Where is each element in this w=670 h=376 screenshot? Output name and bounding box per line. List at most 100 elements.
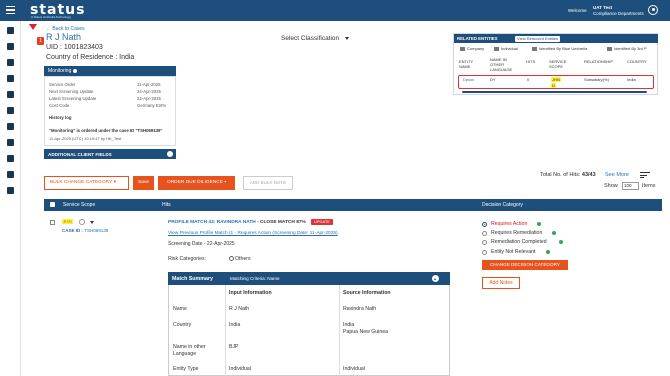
row-checkbox[interactable]: [50, 220, 55, 225]
case-uid: UID : 1001823403: [46, 44, 103, 51]
row-label: Name in other: [173, 344, 206, 350]
header-service-scope: Service Scope: [63, 202, 96, 208]
radio-entity-not-relevant[interactable]: [482, 250, 487, 255]
header-decision-category: Decision Category: [482, 202, 523, 208]
user-avatar-icon[interactable]: [648, 5, 658, 15]
cart-icon: ▪: [224, 180, 227, 185]
show-label: Show: [604, 183, 618, 189]
col-relationship: RELATIONSHIP: [584, 59, 614, 64]
source-value: Ravindra Nath: [343, 306, 377, 312]
legend-blue-umbrella: Identified By Blue Umbrella: [532, 46, 587, 51]
category-icon: [229, 256, 234, 262]
col-other-language: NAME IN OTHER LANGUAGE: [490, 57, 513, 72]
users-icon[interactable]: [7, 155, 14, 162]
pointer-icon[interactable]: [7, 187, 14, 194]
next-screening-value: 24-Apr-2025: [137, 89, 161, 94]
notification-badge[interactable]: 1: [37, 37, 44, 45]
input-value: Individual: [229, 366, 251, 372]
row-label: Language: [173, 351, 197, 357]
user-department: Compliance Departments: [593, 11, 644, 16]
chevron-down-icon[interactable]: [167, 151, 173, 157]
individual-icon: [494, 46, 499, 51]
add-bulk-note-button[interactable]: ADD BULK NOTE: [243, 176, 293, 190]
classification-dropdown[interactable]: Select Classification: [281, 35, 350, 42]
source-value: Individual: [343, 366, 365, 372]
radio-remediation-completed[interactable]: [482, 240, 487, 245]
filter-icon[interactable]: [29, 24, 37, 30]
documents-icon[interactable]: [7, 91, 14, 98]
latest-screening-value: 22-Apr-2025: [137, 96, 161, 101]
col-hits: HITS: [526, 59, 536, 64]
radio-requires-remediation[interactable]: [482, 231, 487, 236]
source-value: India: [343, 322, 355, 328]
match-summary-title: Match Summary: [172, 275, 213, 282]
entity-relationship: Subsidiary(%): [584, 77, 609, 82]
order-due-diligence-button[interactable]: ORDER DUE DILIGENCE ▪: [158, 176, 235, 190]
monitoring-icon[interactable]: [7, 59, 14, 66]
horizontal-scrollbar[interactable]: [462, 91, 647, 93]
entity-name[interactable]: Dyson: [463, 77, 474, 82]
umbrella-icon: [532, 46, 537, 51]
entity-hits: 0: [527, 77, 530, 82]
history-meta: 11-Apr-2025 (UTC) 10:19:47 by HK_Test: [49, 136, 122, 141]
change-decision-category-button[interactable]: CHANGE DECISION CATEGORY: [482, 260, 568, 270]
country-of-residence: Country of Residence : India: [46, 54, 135, 61]
reports-icon[interactable]: [7, 107, 14, 114]
input-value: India: [229, 322, 241, 328]
status-icon: [79, 219, 85, 225]
menu-icon[interactable]: [6, 6, 15, 15]
label-requires-action: Requires Action: [491, 221, 528, 227]
see-more-link[interactable]: See More: [605, 172, 629, 178]
status-dot-icon: [552, 231, 556, 235]
chevron-down-icon[interactable]: [90, 221, 94, 224]
input-value: BJP: [229, 344, 239, 350]
risk-categories-label: Risk Categories:: [168, 256, 207, 262]
settings-icon[interactable]: [7, 139, 14, 146]
service-scope-tag: JHN: [62, 219, 73, 224]
label-requires-remediation: Requires Remediation: [491, 230, 543, 236]
label-entity-not-relevant: Entity Not Relevant: [491, 249, 536, 255]
add-notes-button[interactable]: Add Notes: [482, 277, 520, 289]
entity-other-name: DY: [490, 77, 496, 82]
next-screening-label: Next Screening Update: [49, 89, 94, 94]
legend-company: Company: [460, 46, 484, 51]
screening-date: Screening Date - 22-Apr-2025: [168, 241, 235, 247]
case-id: CASE ID : TSH069139: [62, 228, 109, 233]
sort-icon[interactable]: [640, 172, 650, 178]
column-divider: [225, 285, 226, 376]
header-hits: Hits: [162, 202, 171, 208]
match-summary-header: Match Summary Matching Criteria: Name: [168, 272, 450, 285]
match-summary-table: Input Information Source Information Nam…: [168, 285, 450, 376]
status-dot-icon: [559, 240, 563, 244]
collapse-icon[interactable]: [432, 275, 439, 282]
cost-code-label: Cost Code: [49, 103, 70, 108]
edit-icon[interactable]: [7, 75, 14, 82]
legend-individual: Individual: [494, 46, 518, 51]
profile-match-link[interactable]: PROFILE MATCH 43: RAVINDRA NATH - CLOSE …: [168, 220, 306, 225]
view-removed-entities-button[interactable]: View Removed Entities: [515, 35, 561, 42]
col-service-scope: SERVICE SCOPE: [549, 59, 567, 69]
list-icon[interactable]: [7, 171, 14, 178]
radio-requires-action[interactable]: [482, 222, 487, 227]
analytics-icon[interactable]: [7, 123, 14, 130]
column-divider: [339, 285, 340, 376]
save-button[interactable]: Save: [133, 176, 154, 190]
label-remediation-completed: Remediation Completed: [491, 239, 547, 245]
entity-country: India: [627, 77, 636, 82]
cases-icon[interactable]: [7, 43, 14, 50]
select-all-checkbox[interactable]: [50, 202, 55, 207]
risk-category-others: Others: [229, 256, 251, 262]
row-label: Name: [173, 306, 187, 312]
info-icon[interactable]: [72, 68, 77, 73]
bulk-change-category-select[interactable]: BULK CHANGE CATEGORY ▾: [44, 176, 129, 190]
dashboard-icon[interactable]: [7, 27, 14, 34]
view-previous-match-link[interactable]: View Previous Profile Match (1 - Require…: [168, 231, 338, 236]
col-country: COUNTRY: [627, 59, 647, 64]
matching-criteria: Matching Criteria: Name: [230, 276, 280, 281]
input-value: R J Nath: [229, 306, 250, 312]
items-label: Items: [642, 183, 656, 189]
items-per-page-select[interactable]: 100: [622, 182, 639, 190]
history-log-title: History log: [49, 115, 72, 120]
history-message: "Monitoring" is ordered under the case I…: [49, 128, 163, 133]
additional-client-fields[interactable]: ADDITIONAL CLIENT FIELDS: [44, 149, 176, 159]
